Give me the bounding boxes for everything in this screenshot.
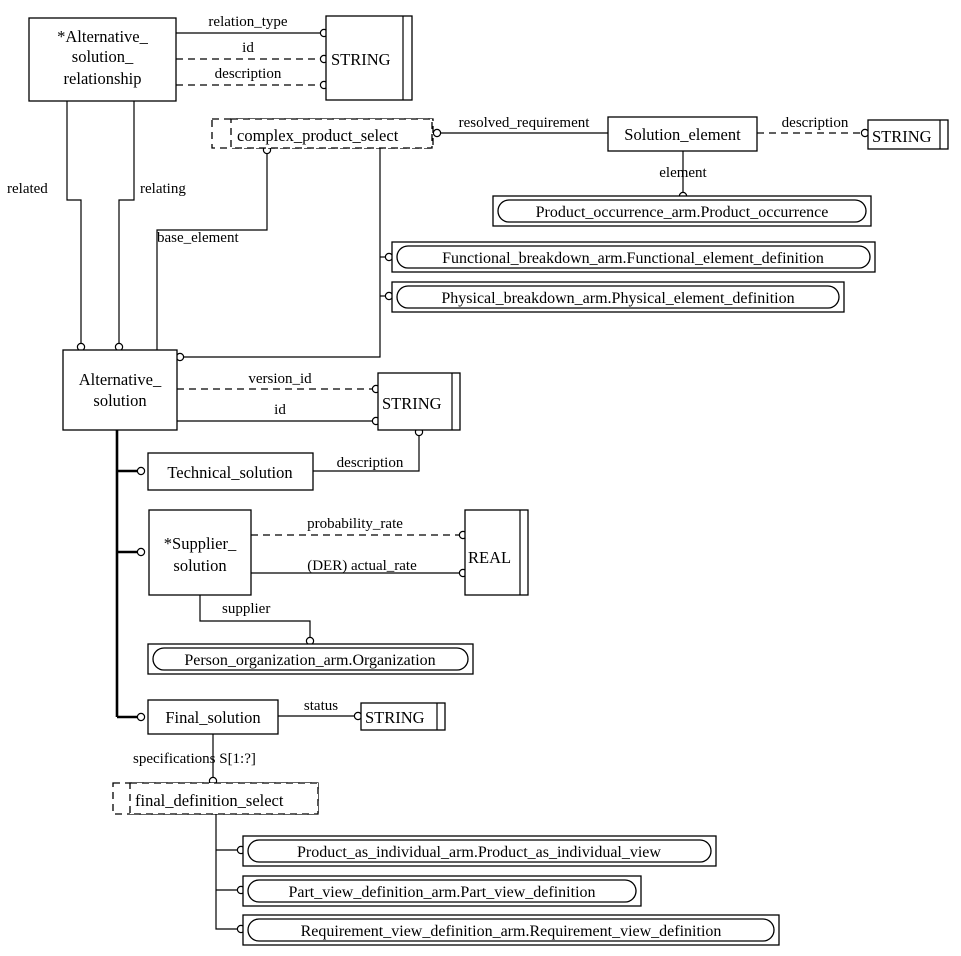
primitive-string-right[interactable]: STRING (867, 119, 949, 150)
primitive-label-real: REAL (468, 548, 511, 567)
line-fds-spine (215, 814, 238, 930)
primitive-string-bottom[interactable]: STRING (360, 702, 446, 731)
primitive-label-string-top: STRING (331, 50, 391, 69)
ref-label-physical-element-definition: Physical_breakdown_arm.Physical_element_… (441, 290, 794, 307)
entity-alternative-solution-relationship[interactable]: *Alternative_ solution_ relationship (28, 17, 177, 102)
attr-label-element: element (659, 165, 707, 181)
entity-label-line2: solution_ (72, 47, 134, 66)
express-g-diagram: *Alternative_ solution_ relationship STR… (0, 0, 961, 956)
primitive-real[interactable]: REAL (464, 509, 529, 596)
attr-label-id-top: id (242, 40, 254, 56)
attr-label-version-id: version_id (248, 371, 312, 387)
attr-label-status: status (304, 698, 338, 714)
port-supplier-solution (136, 547, 146, 557)
primitive-string-top[interactable]: STRING (325, 15, 413, 101)
ref-label-part-view-definition: Part_view_definition_arm.Part_view_defin… (288, 884, 595, 901)
select-label-final-definition-select: final_definition_select (135, 791, 284, 810)
ref-functional-element-definition[interactable]: Functional_breakdown_arm.Functional_elem… (391, 241, 876, 273)
entity-label-solution-element: Solution_element (624, 125, 741, 144)
entity-label-supplier-solution-line2: solution (173, 556, 226, 575)
port-resolved-requirement (432, 128, 442, 138)
attr-label-description-solution-element: description (782, 115, 849, 131)
diagram-canvas: *Alternative_ solution_ relationship STR… (7, 14, 949, 946)
ref-label-organization: Person_organization_arm.Organization (184, 652, 435, 669)
ref-product-as-individual-view[interactable]: Product_as_individual_arm.Product_as_ind… (242, 835, 717, 867)
entity-label-supplier-solution-line1: *Supplier_ (164, 534, 237, 553)
entity-label-technical-solution: Technical_solution (167, 463, 292, 482)
ref-physical-element-definition[interactable]: Physical_breakdown_arm.Physical_element_… (391, 281, 845, 313)
entity-alternative-solution[interactable]: Alternative_ solution (62, 349, 178, 431)
attr-label-actual-rate: (DER) actual_rate (307, 558, 417, 574)
ref-label-requirement-view-definition: Requirement_view_definition_arm.Requirem… (301, 923, 722, 940)
select-complex-product-select[interactable]: complex_product_select (211, 118, 434, 149)
attr-label-probability-rate: probability_rate (307, 516, 403, 532)
entity-label-alternative-solution-line2: solution (93, 391, 146, 410)
attr-label-relation-type: relation_type (208, 14, 287, 30)
primitive-label-string-right: STRING (872, 127, 932, 146)
attr-label-relating: relating (140, 181, 186, 197)
ref-requirement-view-definition[interactable]: Requirement_view_definition_arm.Requirem… (242, 914, 780, 946)
attr-label-description-tech: description (337, 455, 404, 471)
primitive-label-string-mid: STRING (382, 394, 442, 413)
attr-label-base-element: base_element (157, 230, 239, 246)
ref-product-occurrence[interactable]: Product_occurrence_arm.Product_occurrenc… (492, 195, 872, 227)
primitive-label-string-bottom: STRING (365, 708, 425, 727)
attr-label-resolved-requirement: resolved_requirement (459, 115, 591, 131)
line-relating (118, 101, 135, 344)
entity-solution-element[interactable]: Solution_element (607, 116, 758, 152)
ref-organization[interactable]: Person_organization_arm.Organization (147, 643, 474, 675)
select-final-definition-select[interactable]: final_definition_select (112, 782, 319, 815)
attr-label-description-top: description (215, 66, 282, 82)
entity-label-line3: relationship (64, 69, 142, 88)
entity-technical-solution[interactable]: Technical_solution (147, 452, 314, 491)
entity-label-final-solution: Final_solution (165, 708, 260, 727)
ref-label-product-occurrence: Product_occurrence_arm.Product_occurrenc… (536, 204, 829, 221)
port-technical-solution (136, 466, 146, 476)
ref-label-functional-element-definition: Functional_breakdown_arm.Functional_elem… (442, 250, 824, 267)
attr-label-related: related (7, 181, 48, 197)
entity-label-line1: *Alternative_ (57, 27, 148, 46)
entity-label-alternative-solution-line1: Alternative_ (79, 370, 162, 389)
attr-label-supplier: supplier (222, 601, 270, 617)
port-final-solution (136, 712, 146, 722)
ref-label-product-as-individual-view: Product_as_individual_arm.Product_as_ind… (297, 844, 661, 861)
ref-part-view-definition[interactable]: Part_view_definition_arm.Part_view_defin… (242, 875, 642, 907)
primitive-string-mid[interactable]: STRING (377, 372, 461, 431)
line-related (66, 101, 82, 344)
entity-final-solution[interactable]: Final_solution (147, 699, 279, 735)
attr-label-specifications: specifications S[1:?] (133, 751, 256, 767)
select-label-complex-product-select: complex_product_select (237, 126, 399, 145)
line-cps-spine (182, 148, 381, 358)
attr-label-id-alt: id (274, 402, 286, 418)
entity-supplier-solution[interactable]: *Supplier_ solution (148, 509, 252, 596)
